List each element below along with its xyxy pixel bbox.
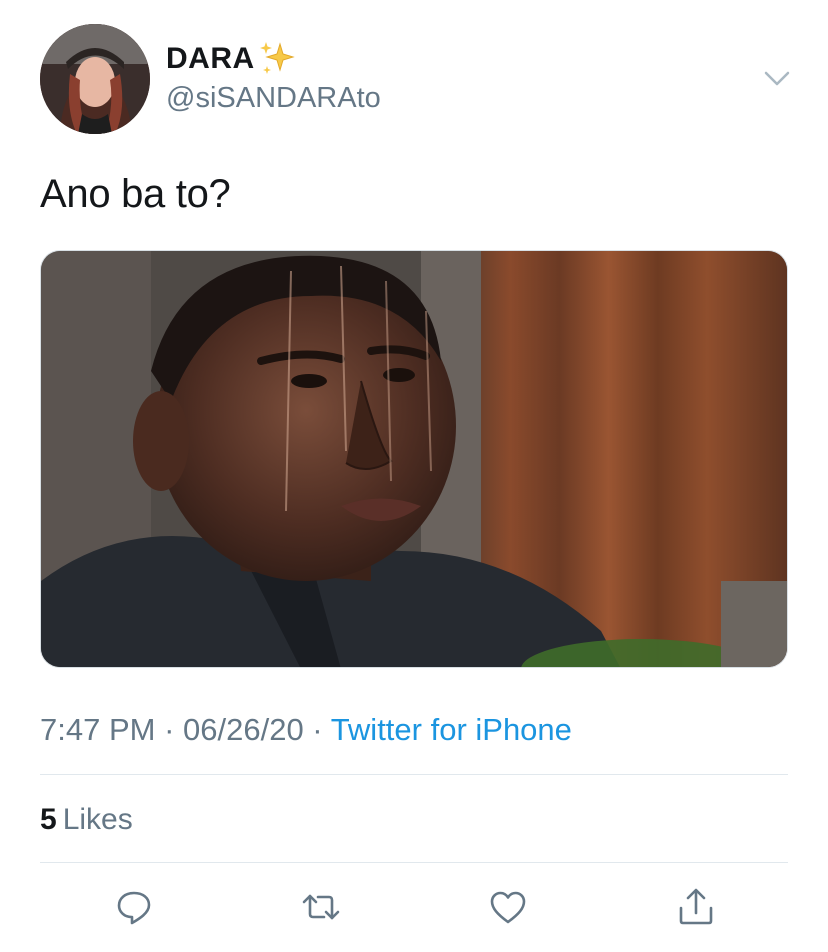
tweet-media-image[interactable] bbox=[40, 250, 788, 668]
sparkles-icon bbox=[260, 42, 295, 74]
retweet-icon bbox=[302, 894, 340, 920]
meta-separator: · bbox=[155, 712, 184, 747]
meta-separator: · bbox=[303, 712, 331, 747]
share-icon bbox=[679, 888, 713, 925]
avatar-image bbox=[40, 24, 150, 134]
divider bbox=[40, 862, 788, 863]
retweet-button[interactable] bbox=[300, 886, 342, 928]
reply-icon bbox=[117, 891, 151, 925]
tweet-time[interactable]: 7:47 PM bbox=[40, 712, 155, 747]
tweet-text: Ano ba to? bbox=[40, 172, 231, 216]
like-button[interactable] bbox=[487, 886, 529, 928]
likes-count: 5 bbox=[40, 803, 57, 836]
likes-stat[interactable]: 5 Likes bbox=[40, 803, 133, 837]
heart-icon bbox=[490, 891, 526, 924]
chevron-down-icon[interactable] bbox=[760, 64, 794, 94]
display-name[interactable]: DARA bbox=[166, 42, 255, 76]
avatar[interactable] bbox=[40, 24, 150, 134]
divider bbox=[40, 774, 788, 775]
share-button[interactable] bbox=[675, 886, 717, 928]
media-photo bbox=[41, 251, 787, 667]
user-handle[interactable]: @siSANDARAto bbox=[166, 82, 381, 115]
likes-label: Likes bbox=[62, 803, 133, 836]
tweet-date[interactable]: 06/26/20 bbox=[183, 712, 304, 747]
reply-button[interactable] bbox=[113, 886, 155, 928]
tweet-meta: 7:47 PM · 06/26/20 · Twitter for iPhone bbox=[40, 712, 572, 748]
tweet-source-link[interactable]: Twitter for iPhone bbox=[331, 712, 572, 747]
